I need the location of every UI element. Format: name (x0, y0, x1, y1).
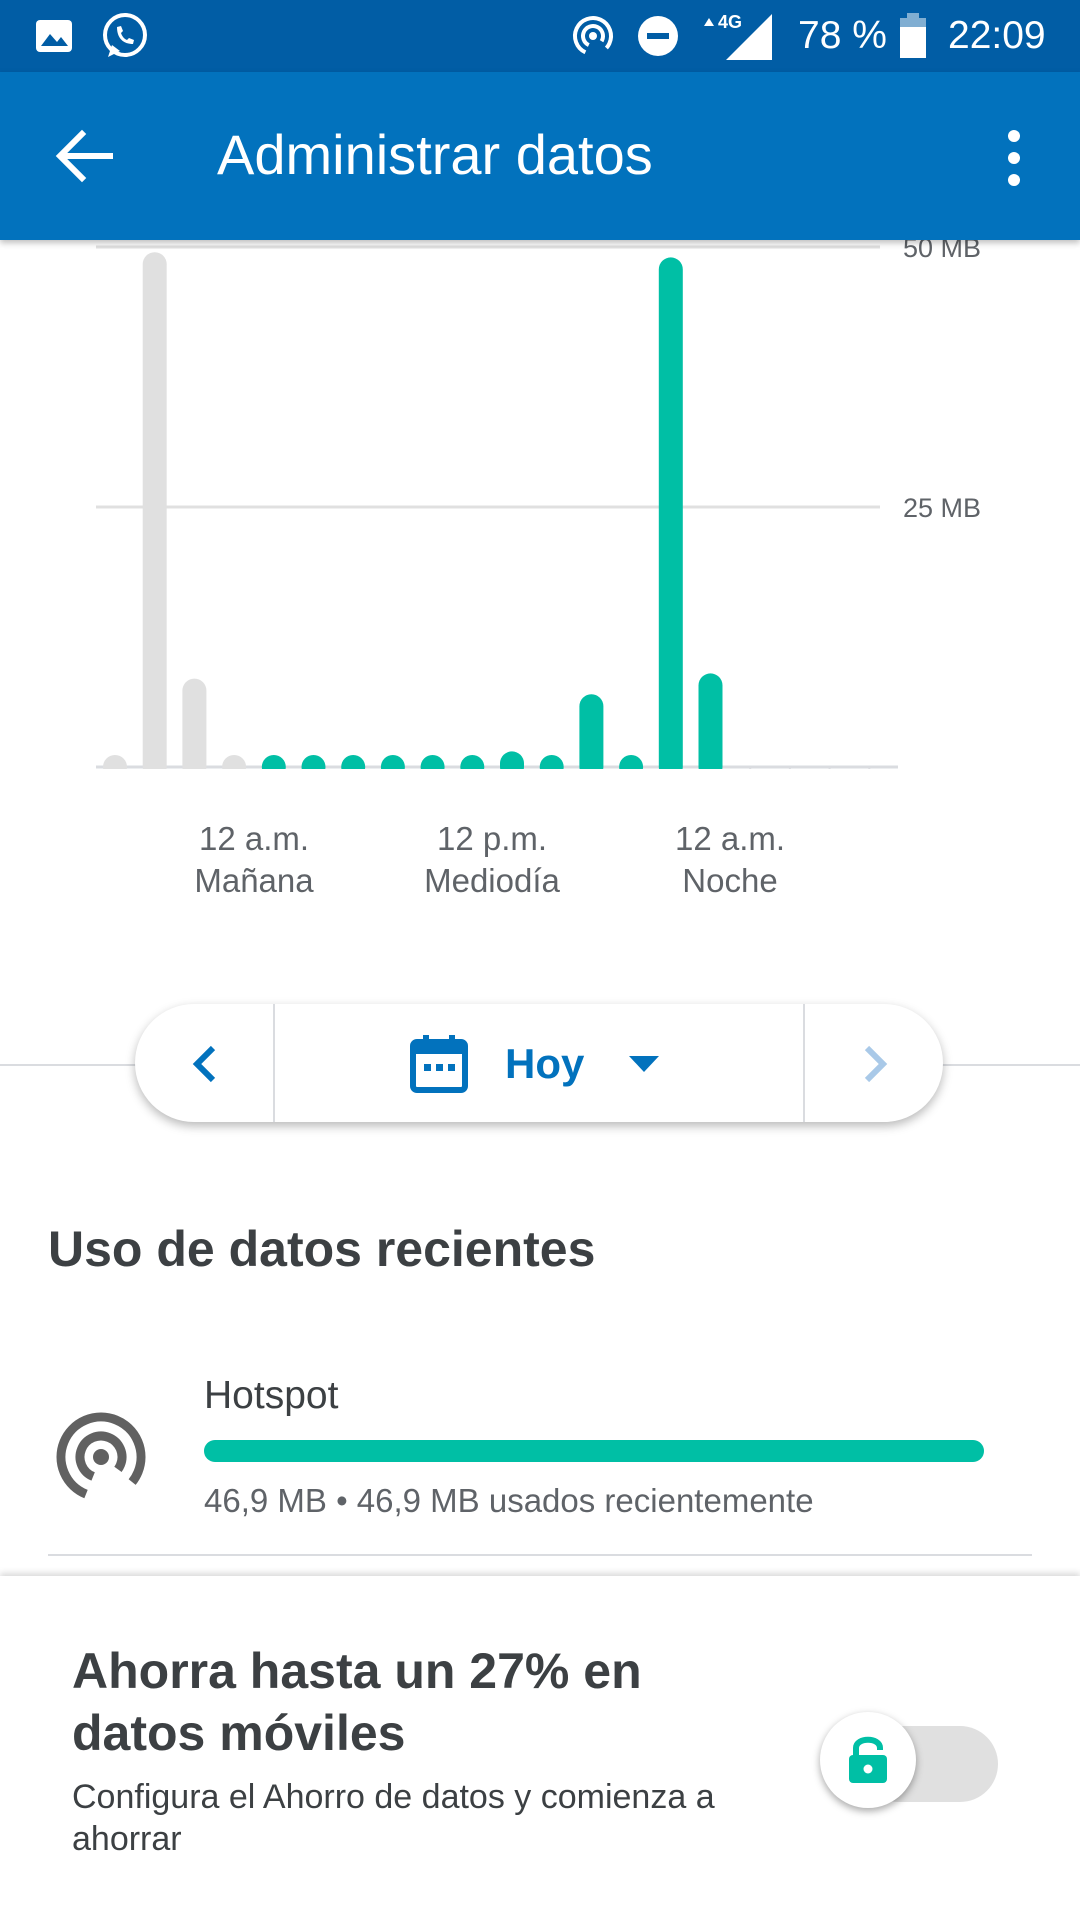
arrow-back-icon (55, 129, 113, 183)
data-saver-title: Ahorra hasta un 27% en datos móviles (72, 1643, 642, 1761)
image-icon (34, 0, 74, 72)
section-title: Uso de datos recientes (48, 1221, 596, 1277)
status-bar: 4G 78 % 22:09 (0, 0, 1080, 72)
x-label-3-period: Noche (682, 862, 777, 899)
chevron-right-icon (864, 1045, 888, 1083)
usage-bar (204, 1440, 984, 1462)
whatsapp-icon (100, 0, 150, 72)
x-label-2-time: 12 p.m. (437, 820, 547, 857)
y-label-25: 25 MB (903, 493, 981, 523)
hotspot-icon (56, 1412, 146, 1502)
next-period-button[interactable] (805, 1004, 943, 1122)
previous-period-button[interactable] (135, 1004, 273, 1122)
usage-bar-fill (204, 1440, 984, 1462)
chart-bar (698, 673, 723, 779)
period-dropdown[interactable]: Hoy (275, 1004, 803, 1122)
page-title: Administrar datos (217, 123, 653, 186)
more-vert-icon (1008, 130, 1020, 186)
chart-bar (142, 252, 167, 779)
app-bar: Administrar datos (0, 72, 1080, 240)
chart-bar (658, 257, 683, 779)
data-saver-description: Configura el Ahorro de datos y comienza … (72, 1778, 715, 1858)
x-label-2-period: Mediodía (424, 862, 560, 899)
hotspot-icon (570, 0, 616, 72)
bars (96, 252, 896, 783)
toggle-thumb (820, 1712, 916, 1808)
data-saver-toggle[interactable] (820, 1706, 1000, 1808)
app-name: Hotspot (204, 1374, 339, 1417)
network-type: 4G (718, 12, 742, 32)
battery-icon (898, 0, 928, 72)
clock: 22:09 (948, 14, 1046, 57)
divider-right (940, 1064, 1080, 1066)
overflow-menu-button[interactable] (990, 124, 1038, 192)
divider (48, 1554, 1032, 1556)
chart-bar (579, 694, 604, 779)
app-usage-row[interactable]: Hotspot 46,9 MB • 46,9 MB usados recient… (0, 1360, 1080, 1560)
date-label: Hoy (505, 1040, 585, 1087)
do-not-disturb-icon (636, 0, 680, 72)
baseline-mask (96, 769, 896, 783)
signal-4g-icon: 4G (700, 0, 774, 72)
back-button[interactable] (50, 122, 118, 190)
x-label-3-time: 12 a.m. (675, 820, 785, 857)
app-usage-text: 46,9 MB • 46,9 MB usados recientemente (204, 1482, 814, 1519)
battery-text: 78 % (798, 14, 887, 57)
dropdown-arrow-icon (629, 1056, 659, 1072)
divider-left (0, 1064, 140, 1066)
chevron-left-icon (192, 1045, 216, 1083)
chart-bar (182, 678, 207, 779)
calendar-icon (410, 1035, 468, 1093)
date-selector: Hoy (135, 1004, 943, 1122)
y-label-50: 50 MB (903, 240, 981, 263)
lock-icon (849, 1736, 887, 1783)
data-saver-card: Ahorra hasta un 27% en datos móviles Con… (0, 1576, 1080, 1920)
usage-chart: 50 MB 25 MB 12 a.m. Mañana 12 p.m. Medio… (96, 240, 981, 899)
x-label-1-time: 12 a.m. (199, 820, 309, 857)
x-label-1-period: Mañana (194, 862, 314, 899)
